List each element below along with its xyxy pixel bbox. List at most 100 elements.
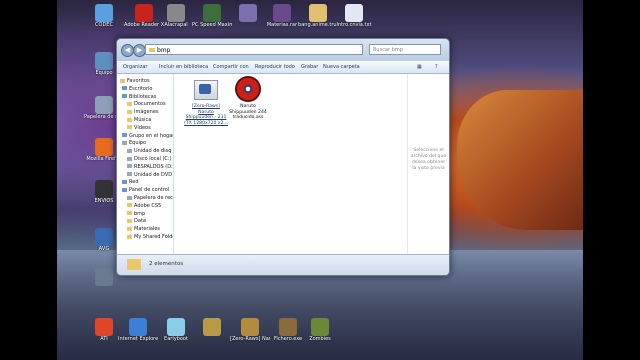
desktop-icon-image — [203, 4, 221, 22]
nav-item[interactable]: Escritorio — [122, 86, 152, 93]
nav-item-label: Escritorio — [129, 85, 153, 92]
desktop-icon-image — [95, 138, 113, 156]
nav-item[interactable]: Bibliotecas — [122, 94, 156, 101]
desktop-icon[interactable]: CODEC — [84, 4, 124, 28]
navigation-pane: Favoritos Escritorio Bibliotecas Documentos… — [117, 74, 174, 255]
nav-item[interactable]: Materiales — [127, 226, 160, 233]
burn-button[interactable]: Grabar — [301, 62, 318, 73]
desktop-icon-label: [Zero-Raws] Naruto — [230, 336, 270, 342]
nav-item[interactable]: Unidad de disq — [127, 148, 171, 155]
desktop-icon-label: Alacrapal — [164, 22, 188, 28]
desktop-icon[interactable]: Intro.cnvia.txt — [334, 4, 374, 28]
nav-item-label: bmp — [134, 210, 146, 217]
nav-item[interactable]: Vídeos — [127, 125, 151, 132]
nav-item-label: Grupo en el hogar — [129, 132, 174, 139]
desktop-icon-label: Intro.cnvia.txt — [336, 22, 372, 28]
desktop-icon[interactable]: Earlyboot — [156, 318, 196, 342]
nav-item-label: Panel de control — [129, 187, 170, 194]
folder-icon — [127, 226, 132, 231]
share-button[interactable]: Compartir con — [213, 62, 249, 73]
folder-icon — [127, 203, 132, 208]
organize-button[interactable]: Organizar — [123, 62, 147, 73]
folder-icon — [127, 109, 132, 114]
nav-item[interactable]: Imágenes — [127, 109, 159, 116]
folder-icon — [122, 94, 127, 99]
video-file-icon — [194, 80, 218, 100]
folder-icon — [127, 117, 132, 122]
view-options-icon[interactable]: ▦ — [417, 62, 422, 73]
folder-icon — [127, 234, 132, 239]
folder-icon — [127, 164, 132, 169]
folder-icon — [122, 140, 127, 145]
title-bar: ◀ ▶ bmp Buscar bmp — [117, 39, 449, 61]
nav-item-label: Música — [134, 117, 152, 123]
folder-icon — [122, 187, 127, 192]
desktop-icon-image — [279, 318, 297, 336]
desktop-icon[interactable]: Materias.rar — [262, 4, 302, 28]
address-bar[interactable]: bmp — [145, 44, 363, 55]
desktop-icon-image — [345, 4, 363, 22]
desktop-icon[interactable]: bang.anime.trul — [298, 4, 338, 28]
desktop-icon-image — [203, 318, 221, 336]
nav-item[interactable]: Adobe CS5 — [127, 203, 161, 210]
desktop-icon-label: Zombies — [309, 336, 331, 342]
folder-icon — [127, 195, 132, 200]
nav-item-label: Bibliotecas — [129, 93, 157, 100]
file-item-subtitle[interactable]: Naruto Shippuuden 244 traducido.ass — [226, 76, 270, 121]
folder-icon — [122, 179, 127, 184]
desktop-icon-image — [241, 318, 259, 336]
nav-item[interactable]: Grupo en el hogar — [122, 132, 174, 140]
nav-item-label: Data — [134, 218, 146, 225]
nav-item[interactable]: bmp — [127, 211, 145, 218]
nav-item[interactable]: Disco local (C:) — [127, 156, 172, 163]
nav-item-label: Adobe CS5 — [134, 202, 162, 209]
desktop-icon-image — [95, 96, 113, 114]
nav-item[interactable]: Papelera de recic — [127, 195, 174, 202]
nav-item[interactable]: Música — [127, 117, 151, 124]
nav-item[interactable]: Favoritos — [120, 78, 150, 85]
cliff-rock — [457, 90, 583, 230]
nav-item[interactable]: Red — [122, 179, 139, 186]
star-icon — [120, 78, 125, 83]
nav-item[interactable]: Data — [127, 218, 146, 225]
desktop-icon-image — [309, 4, 327, 22]
preview-pane: Seleccione el archivo del que desea obte… — [407, 74, 449, 255]
nav-item-label: Equipo — [129, 140, 147, 147]
help-icon[interactable]: ? — [435, 62, 438, 73]
nav-item[interactable]: RESPALDOS (D:) — [127, 164, 173, 171]
nav-item[interactable]: My Shared Folder — [127, 234, 174, 241]
play-all-button[interactable]: Reproducir todo — [255, 62, 295, 73]
desktop-icon-label: CODEC — [95, 22, 113, 28]
nav-item[interactable]: Documentos — [127, 101, 166, 108]
desktop-icon[interactable]: [Zero-Raws] Naruto — [230, 318, 270, 342]
nav-item-label: Favoritos — [127, 78, 150, 84]
search-input[interactable]: Buscar bmp — [369, 44, 441, 55]
desktop-icon-label: Internet Explorer — [118, 336, 158, 342]
nav-item-label: Unidad de disq — [134, 148, 172, 155]
nav-item[interactable]: Equipo — [122, 140, 146, 147]
preview-placeholder-text: Seleccione el archivo del que desea obte… — [410, 148, 447, 171]
folder-icon — [122, 133, 127, 138]
nav-item-label: Vídeos — [134, 124, 151, 131]
address-text: bmp — [157, 47, 171, 54]
desktop-icon[interactable]: Zombies — [300, 318, 340, 342]
nav-item-label: Papelera de recic — [134, 195, 174, 201]
nav-item[interactable]: Panel de control — [122, 187, 169, 194]
desktop-icon-image — [167, 318, 185, 336]
nav-item[interactable]: Unidad de DVD — [127, 172, 172, 179]
new-folder-button[interactable]: Nueva carpeta — [323, 62, 360, 73]
desktop-icon-image — [95, 180, 113, 198]
folder-icon — [127, 101, 132, 106]
desktop-icon[interactable]: Internet Explorer — [118, 318, 158, 342]
include-library-button[interactable]: Incluir en biblioteca — [159, 62, 208, 73]
folder-large-icon — [127, 259, 141, 270]
nav-item-label: My Shared Folder — [134, 234, 174, 240]
folder-icon — [127, 211, 132, 216]
desktop-icon[interactable] — [192, 318, 232, 336]
desktop-icon[interactable]: Alacrapal — [156, 4, 196, 28]
file-item-video[interactable]: [Zero-Raws] Naruto Shippuuden - 231 (TX … — [184, 80, 228, 126]
folder-icon — [127, 218, 132, 223]
desktop-icon[interactable]: PC Speed Maximizer — [192, 4, 232, 28]
desktop-icon-image — [95, 52, 113, 70]
desktop-icon-image — [95, 318, 113, 336]
